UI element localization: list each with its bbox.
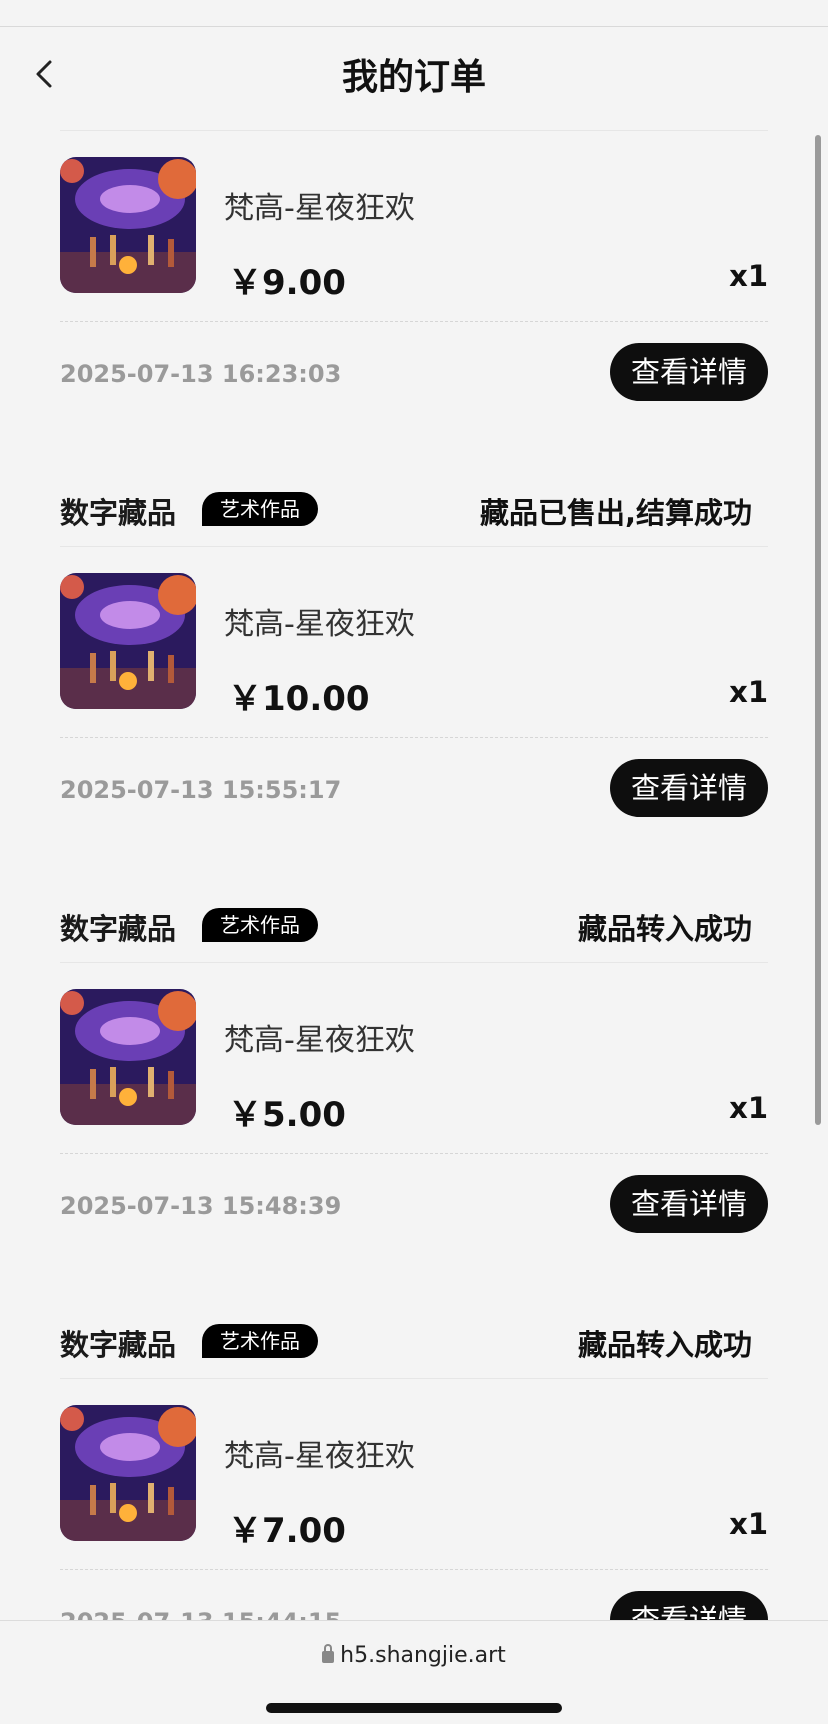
- order-timestamp: 2025-07-13 15:48:39: [60, 1192, 342, 1220]
- price: ￥7.00: [228, 1511, 346, 1551]
- category-label: 数字藏品: [60, 1328, 177, 1362]
- product-name: 梵高-星夜狂欢: [224, 607, 415, 642]
- artwork-thumbnail[interactable]: [60, 573, 196, 709]
- head-divider: [60, 130, 768, 131]
- dashed-divider: [60, 737, 768, 738]
- order-status: 藏品转入成功: [577, 1328, 752, 1362]
- view-details-button[interactable]: 查看详情: [610, 759, 768, 817]
- head-divider: [60, 546, 768, 547]
- price: ￥5.00: [228, 1095, 346, 1135]
- view-details-button[interactable]: 查看详情: [610, 1591, 768, 1620]
- artwork-thumbnail[interactable]: [60, 989, 196, 1125]
- lock-icon: [322, 1644, 335, 1663]
- order-status: 藏品已售出,结算成功: [479, 496, 752, 530]
- order-header: 数字藏品 艺术作品 藏品转入成功: [60, 894, 768, 954]
- price: ￥9.00: [228, 263, 346, 303]
- url-text: h5.shangjie.art: [340, 1643, 506, 1668]
- order-timestamp: 2025-07-13 16:23:03: [60, 360, 342, 388]
- product-name: 梵高-星夜狂欢: [224, 1023, 415, 1058]
- category-label: 数字藏品: [60, 496, 177, 530]
- artwork-image: [60, 1405, 196, 1541]
- category-label: 数字藏品: [60, 912, 177, 946]
- dashed-divider: [60, 1569, 768, 1570]
- artwork-thumbnail[interactable]: [60, 1405, 196, 1541]
- art-tag-badge: 艺术作品: [202, 492, 318, 526]
- artwork-image: [60, 573, 196, 709]
- order-list: 梵高-星夜狂欢 ￥9.00 x1 2025-07-13 16:23:03 查看详…: [0, 0, 828, 1620]
- product-name: 梵高-星夜狂欢: [224, 191, 415, 226]
- price: ￥10.00: [228, 679, 370, 719]
- home-indicator[interactable]: [266, 1703, 562, 1713]
- scrollbar[interactable]: [815, 135, 821, 1125]
- view-details-button[interactable]: 查看详情: [610, 343, 768, 401]
- product-name: 梵高-星夜狂欢: [224, 1439, 415, 1474]
- address-bar[interactable]: h5.shangjie.art: [0, 1643, 828, 1668]
- artwork-image: [60, 989, 196, 1125]
- dashed-divider: [60, 321, 768, 322]
- art-tag-badge: 艺术作品: [202, 908, 318, 942]
- quantity: x1: [729, 1091, 768, 1125]
- quantity: x1: [729, 259, 768, 293]
- order-timestamp: 2025-07-13 15:44:15: [60, 1608, 341, 1620]
- artwork-image: [60, 157, 196, 293]
- order-status: 藏品转入成功: [577, 912, 752, 946]
- dashed-divider: [60, 1153, 768, 1154]
- head-divider: [60, 962, 768, 963]
- order-header: 数字藏品 艺术作品 藏品已售出,结算成功: [60, 478, 768, 538]
- art-tag-badge: 艺术作品: [202, 1324, 318, 1358]
- quantity: x1: [729, 675, 768, 709]
- view-details-button[interactable]: 查看详情: [610, 1175, 768, 1233]
- order-header: 数字藏品 艺术作品 藏品转入成功: [60, 1310, 768, 1370]
- browser-bottom-bar: h5.shangjie.art: [0, 1620, 828, 1724]
- quantity: x1: [729, 1507, 768, 1541]
- order-timestamp: 2025-07-13 15:55:17: [60, 776, 342, 804]
- head-divider: [60, 1378, 768, 1379]
- artwork-thumbnail[interactable]: [60, 157, 196, 293]
